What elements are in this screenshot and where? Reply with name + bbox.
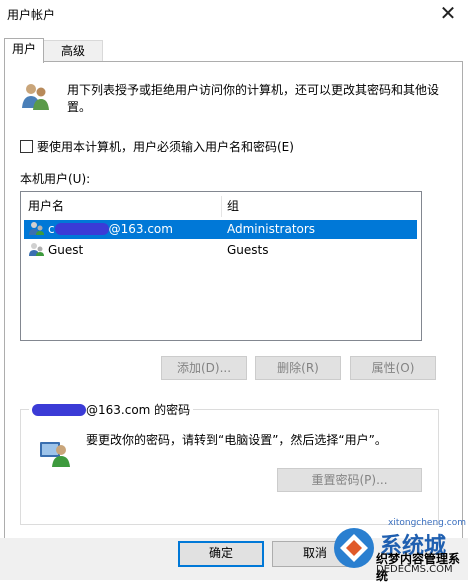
users-icon <box>22 84 49 110</box>
table-row[interactable]: c @163.com Administrators <box>24 220 417 239</box>
user-icon <box>29 222 44 235</box>
users-list-label: 本机用户(U): <box>20 172 91 186</box>
redacted-name <box>54 223 109 235</box>
require-login-row[interactable]: 要使用本计算机，用户必须输入用户名和密码(E) <box>20 138 294 155</box>
title-bar: 用户帐户 ✕ <box>0 0 468 30</box>
password-group <box>20 409 439 525</box>
watermark-logo-icon <box>334 528 374 568</box>
require-login-checkbox[interactable] <box>20 140 33 153</box>
site-watermark: xitongcheng.com 系统城 织梦内容管理系统 DEDECMS.COM <box>328 516 468 583</box>
tab-strip: 用户 高级 <box>0 38 468 63</box>
password-group-title: @163.com 的密码 <box>29 401 194 418</box>
watermark-url: xitongcheng.com <box>388 518 466 528</box>
password-info-text: 要更改你的密码，请转到“电脑设置”，然后选择“用户”。 <box>86 433 387 447</box>
require-login-label: 要使用本计算机，用户必须输入用户名和密码(E) <box>37 140 294 154</box>
tab-panel-users: 用下列表授予或拒绝用户访问你的计算机，还可以更改其密码和其他设置。 要使用本计算… <box>4 61 463 539</box>
users-list[interactable]: 用户名 组 c @163.com Administrators Guest Gue… <box>20 191 422 341</box>
column-header-group[interactable]: 组 <box>221 196 420 217</box>
user-group-cell: Administrators <box>227 222 316 236</box>
user-name-suffix: @163.com <box>108 222 173 236</box>
watermark-domain: DEDECMS.COM <box>376 564 453 575</box>
intro-text: 用下列表授予或拒绝用户访问你的计算机，还可以更改其密码和其他设置。 <box>67 83 440 114</box>
user-password-icon <box>40 442 70 467</box>
column-header-username[interactable]: 用户名 <box>22 196 222 217</box>
user-name-cell: Guest <box>28 241 83 260</box>
user-name-prefix: c <box>48 222 55 236</box>
tab-users[interactable]: 用户 <box>4 38 44 63</box>
password-group-title-text: @163.com 的密码 <box>86 403 191 417</box>
add-user-button[interactable]: 添加(D)... <box>161 356 247 380</box>
properties-button[interactable]: 属性(O) <box>350 356 436 380</box>
reset-password-button[interactable]: 重置密码(P)... <box>277 468 422 492</box>
tab-advanced[interactable]: 高级 <box>43 40 103 62</box>
window-title: 用户帐户 <box>7 8 56 22</box>
user-name-cell: c @163.com <box>28 220 173 239</box>
user-icon <box>29 243 44 256</box>
redacted-name <box>32 404 86 416</box>
table-row[interactable]: Guest Guests <box>24 241 417 260</box>
user-group-cell: Guests <box>227 243 269 257</box>
remove-user-button[interactable]: 删除(R) <box>255 356 341 380</box>
ok-button[interactable]: 确定 <box>178 541 264 567</box>
user-name: Guest <box>48 243 84 257</box>
close-icon[interactable]: ✕ <box>436 2 460 26</box>
